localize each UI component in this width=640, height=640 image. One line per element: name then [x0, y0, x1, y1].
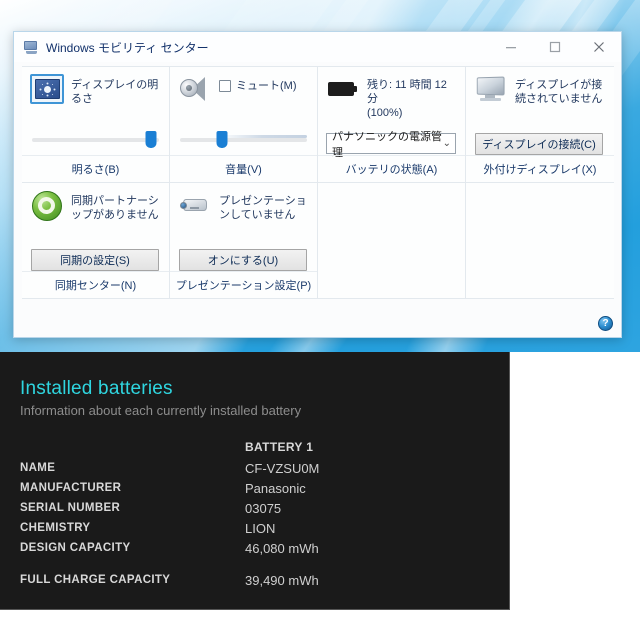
chevron-down-icon: ⌄ [442, 137, 451, 149]
volume-slider-fill [180, 135, 307, 138]
close-button[interactable] [577, 32, 621, 62]
window-title: Windows モビリティ センター [46, 40, 209, 55]
tile-presentation-footer[interactable]: プレゼンテーション設定(P) [170, 271, 317, 293]
window-titlebar[interactable]: Windows モビリティ センター [14, 32, 621, 62]
table-row: DESIGN CAPACITY 46,080 mWh [20, 538, 499, 558]
tile-empty-2 [466, 183, 614, 299]
battery-time-remaining: 残り: 11 時間 12 分 [367, 79, 447, 105]
battery-report-panel: Installed batteries Information about ea… [0, 352, 510, 610]
tile-header: ディスプレイの明るさ [30, 74, 161, 128]
minimize-button[interactable] [489, 32, 533, 62]
row-key-manufacturer: MANUFACTURER [20, 482, 122, 494]
row-value-chemistry: LION [245, 520, 276, 536]
mobility-tiles-grid: ディスプレイの明るさ 明るさ(B) ミュート(M) 音量(V) 残り: 11 時… [22, 66, 614, 299]
brightness-slider[interactable] [32, 131, 159, 149]
table-row: FULL CHARGE CAPACITY 39,490 mWh [20, 570, 499, 590]
close-icon [594, 42, 604, 52]
battery-report-title: Installed batteries [20, 378, 173, 399]
mobility-center-icon [23, 40, 39, 55]
row-key-name: NAME [20, 462, 56, 474]
table-row: MANUFACTURER Panasonic [20, 478, 499, 498]
volume-slider[interactable] [180, 131, 307, 149]
battery-report-subtitle: Information about each currently install… [20, 403, 302, 418]
table-row: NAME CF-VZSU0M [20, 458, 499, 478]
minimize-icon [506, 47, 516, 49]
row-value-serial-number: 03075 [245, 500, 282, 516]
tile-header: 同期パートナーシップがありません [30, 190, 161, 244]
tile-presentation: プレゼンテーションしていません オンにする(U) プレゼンテーション設定(P) [170, 183, 318, 299]
battery-icon[interactable] [326, 74, 360, 104]
tile-sync-label: 同期パートナーシップがありません [71, 195, 159, 221]
mute-checkbox-row[interactable]: ミュート(M) [219, 74, 297, 93]
mute-label: ミュート(M) [236, 80, 297, 92]
tile-battery-footer[interactable]: バッテリの状態(A) [318, 155, 465, 177]
tile-external-display-label: ディスプレイが接続されていません [515, 79, 603, 105]
monitor-icon[interactable] [474, 74, 508, 104]
tile-header: 残り: 11 時間 12 分 (100%) [326, 74, 457, 128]
connect-display-button[interactable]: ディスプレイの接続(C) [475, 133, 603, 155]
tile-empty-1 [318, 183, 466, 299]
brightness-slider-thumb[interactable] [145, 131, 157, 148]
battery-percent: (100%) [367, 107, 403, 119]
tile-header: ミュート(M) [178, 74, 309, 128]
windows-mobility-center-window: Windows モビリティ センター ディスプレイの明るさ 明るさ(B) ミュー… [13, 31, 622, 338]
tile-battery-label: 残り: 11 時間 12 分 (100%) [367, 74, 457, 120]
tile-volume: ミュート(M) 音量(V) [170, 67, 318, 183]
projector-icon[interactable] [178, 190, 212, 220]
brightness-icon[interactable] [30, 74, 64, 104]
battery-report-table: BATTERY 1 NAME CF-VZSU0M MANUFACTURER Pa… [20, 436, 499, 590]
tile-brightness-label: ディスプレイの明るさ [71, 79, 159, 105]
sync-settings-button[interactable]: 同期の設定(S) [31, 249, 159, 271]
titlebar-left: Windows モビリティ センター [14, 39, 209, 56]
sync-icon[interactable] [30, 190, 64, 222]
row-value-name: CF-VZSU0M [245, 460, 320, 476]
tile-brightness: ディスプレイの明るさ 明るさ(B) [22, 67, 170, 183]
row-value-design-capacity: 46,080 mWh [245, 540, 319, 556]
table-header-row: BATTERY 1 [20, 436, 499, 458]
tile-external-display-footer[interactable]: 外付けディスプレイ(X) [466, 155, 614, 177]
tile-sync-center: 同期パートナーシップがありません 同期の設定(S) 同期センター(N) [22, 183, 170, 299]
tile-volume-footer[interactable]: 音量(V) [170, 155, 317, 177]
maximize-icon [549, 41, 561, 53]
row-value-manufacturer: Panasonic [245, 480, 306, 496]
brightness-slider-track [32, 138, 159, 142]
maximize-button[interactable] [533, 32, 577, 62]
tile-presentation-label: プレゼンテーションしていません [219, 195, 307, 221]
row-key-serial-number: SERIAL NUMBER [20, 502, 121, 514]
row-key-design-capacity: DESIGN CAPACITY [20, 542, 131, 554]
tile-brightness-footer[interactable]: 明るさ(B) [22, 155, 169, 177]
tile-battery: 残り: 11 時間 12 分 (100%) パナソニックの電源管理 ⌄ バッテリ… [318, 67, 466, 183]
row-key-chemistry: CHEMISTRY [20, 522, 91, 534]
row-value-full-charge-capacity: 39,490 mWh [245, 572, 319, 588]
power-plan-select[interactable]: パナソニックの電源管理 ⌄ [326, 131, 456, 159]
speaker-icon[interactable] [178, 74, 212, 104]
tile-external-display: ディスプレイが接続されていません ディスプレイの接続(C) 外付けディスプレイ(… [466, 67, 614, 183]
table-row: SERIAL NUMBER 03075 [20, 498, 499, 518]
row-key-full-charge-capacity: FULL CHARGE CAPACITY [20, 574, 171, 586]
window-controls [489, 32, 621, 62]
battery-column-header: BATTERY 1 [245, 440, 314, 454]
tile-sync-footer[interactable]: 同期センター(N) [22, 271, 169, 293]
tile-header: ディスプレイが接続されていません [474, 74, 606, 128]
mute-checkbox[interactable] [219, 80, 231, 92]
volume-slider-track [180, 138, 307, 142]
tile-header: プレゼンテーションしていません [178, 190, 309, 244]
volume-slider-thumb[interactable] [216, 131, 228, 148]
presentation-toggle-button[interactable]: オンにする(U) [179, 249, 307, 271]
help-button[interactable]: ? [598, 316, 613, 331]
table-row: CHEMISTRY LION [20, 518, 499, 538]
